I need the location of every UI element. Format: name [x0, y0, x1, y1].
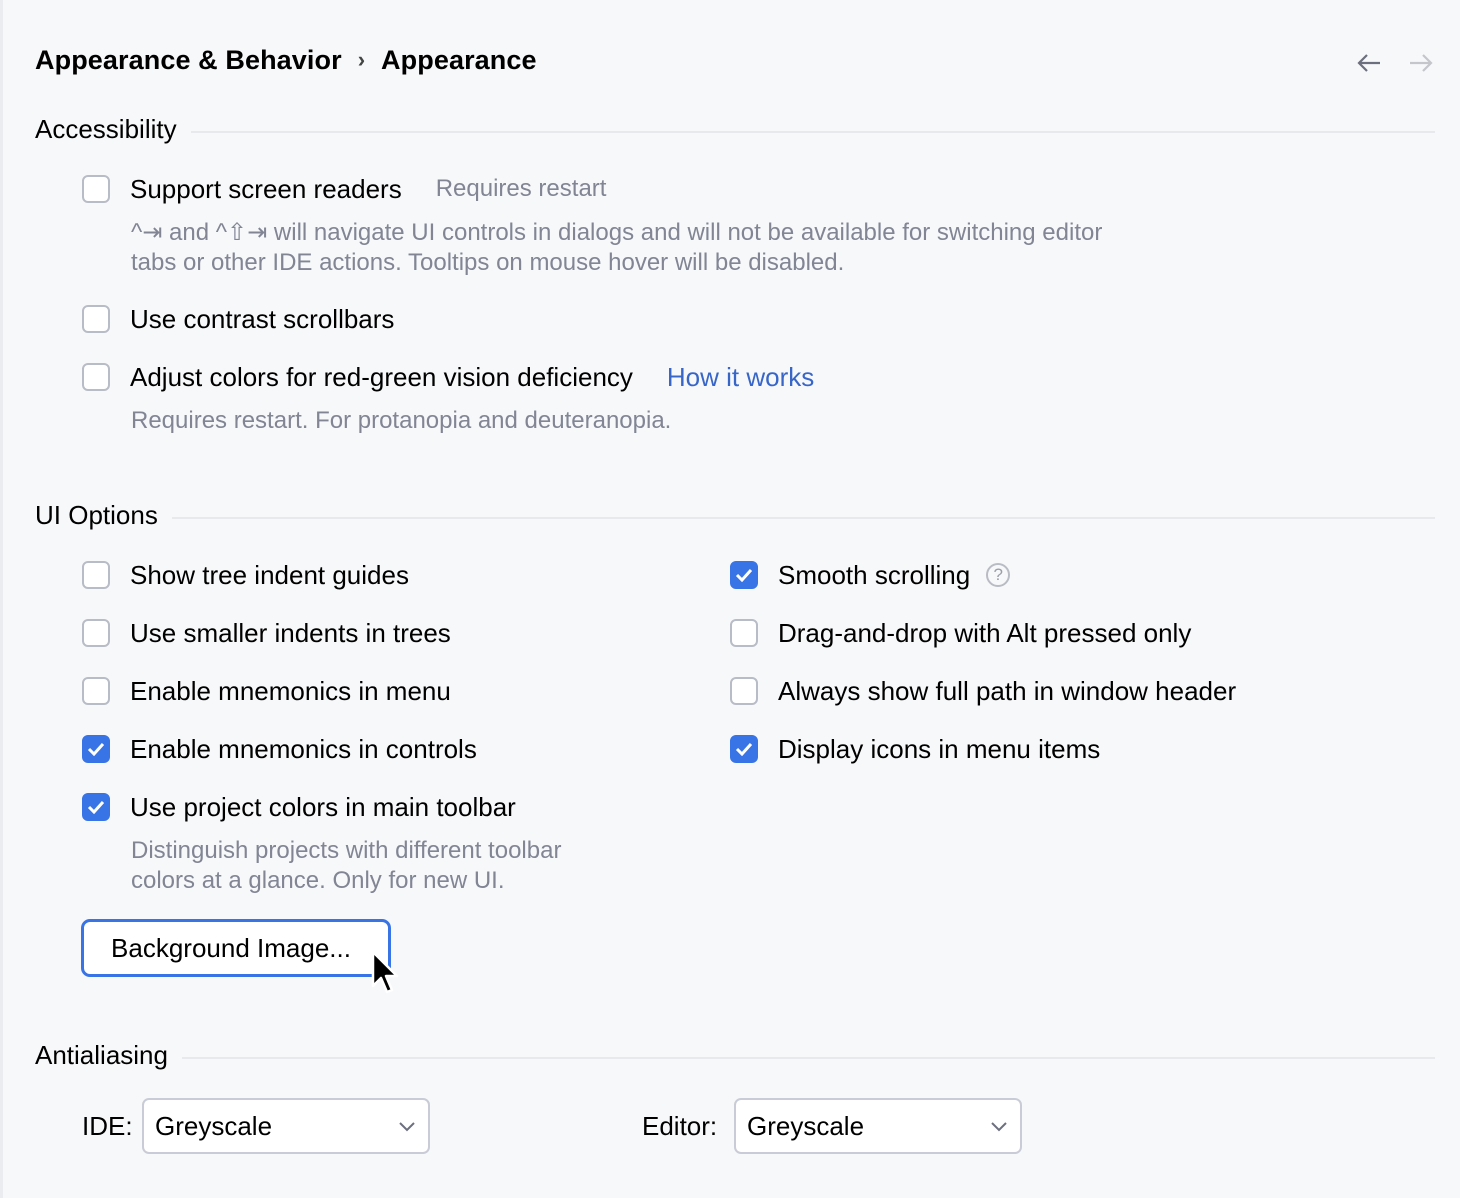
checkbox-support-screen-readers[interactable]: Support screen readers Requires restart: [82, 172, 606, 206]
checkbox-contrast-scrollbars[interactable]: Use contrast scrollbars: [82, 302, 394, 336]
back-button[interactable]: [1354, 48, 1384, 78]
chevron-down-icon: [399, 1122, 415, 1132]
color-deficiency-description: Requires restart. For protanopia and deu…: [131, 407, 672, 434]
checkbox-label: Use project colors in main toolbar: [130, 791, 516, 822]
checkbox[interactable]: [82, 619, 110, 647]
section-divider: [171, 516, 1435, 519]
checkbox-label: Always show full path in window header: [778, 675, 1237, 706]
description-line: Distinguish projects with different tool…: [131, 837, 562, 864]
checkbox-label: Drag-and-drop with Alt pressed only: [778, 617, 1192, 648]
checkbox[interactable]: [82, 793, 110, 821]
description-line: tabs or other IDE actions. Tooltips on m…: [131, 249, 845, 276]
checkbox[interactable]: [82, 305, 110, 333]
how-it-works-link[interactable]: How it works: [667, 362, 814, 393]
description-line: colors at a glance. Only for new UI.: [131, 867, 505, 894]
section-title: Accessibility: [35, 114, 177, 144]
select-value: Greyscale: [155, 1110, 273, 1141]
breadcrumb-separator: ›: [357, 47, 366, 72]
checkmark-icon: [87, 742, 105, 756]
arrow-left-icon: [1357, 54, 1380, 72]
description-line: ^⇥ and ^⇧⇥ will navigate UI controls in …: [131, 219, 1103, 246]
checkbox[interactable]: [82, 735, 110, 763]
checkbox-drag-and-drop-alt[interactable]: Drag-and-drop with Alt pressed only: [730, 616, 1191, 650]
mouse-cursor-icon: [371, 950, 399, 994]
checkbox[interactable]: [82, 175, 110, 203]
background-image-button[interactable]: Background Image...: [81, 919, 391, 977]
requires-restart-hint: Requires restart: [435, 175, 607, 202]
checkbox-label: Enable mnemonics in controls: [130, 733, 477, 764]
navigation-buttons: [1354, 48, 1436, 78]
section-ui-options: UI Options: [35, 500, 1435, 531]
checkbox-label: Display icons in menu items: [778, 733, 1101, 764]
checkbox-label: Smooth scrolling: [778, 559, 971, 590]
section-title: Antialiasing: [35, 1040, 168, 1070]
checkbox-project-colors[interactable]: Use project colors in main toolbar: [82, 790, 516, 824]
panel-left-border: [0, 0, 3, 1198]
forward-button[interactable]: [1406, 48, 1436, 78]
checkbox-mnemonics-controls[interactable]: Enable mnemonics in controls: [82, 732, 477, 766]
breadcrumb-current: Appearance: [381, 44, 537, 75]
checkbox[interactable]: [82, 363, 110, 391]
checkbox-smooth-scrolling[interactable]: Smooth scrolling ?: [730, 558, 1011, 592]
checkbox-icons-in-menu[interactable]: Display icons in menu items: [730, 732, 1100, 766]
screen-readers-description: ^⇥ and ^⇧⇥ will navigate UI controls in …: [131, 218, 1102, 278]
checkbox-label: Adjust colors for red-green vision defic…: [130, 361, 633, 392]
checkbox-mnemonics-menu[interactable]: Enable mnemonics in menu: [82, 674, 451, 708]
checkbox-smaller-indents[interactable]: Use smaller indents in trees: [82, 616, 451, 650]
section-divider: [181, 1056, 1435, 1059]
checkbox-label: Enable mnemonics in menu: [130, 675, 451, 706]
editor-label: Editor:: [642, 1111, 718, 1141]
ide-label: IDE:: [82, 1111, 133, 1141]
checkmark-icon: [735, 568, 753, 582]
checkbox[interactable]: [730, 619, 758, 647]
section-title: UI Options: [35, 500, 158, 530]
select-value: Greyscale: [747, 1110, 865, 1141]
checkmark-icon: [735, 742, 753, 756]
checkbox-full-path-header[interactable]: Always show full path in window header: [730, 674, 1236, 708]
help-icon[interactable]: ?: [986, 563, 1011, 587]
checkbox-label: Use contrast scrollbars: [130, 303, 395, 334]
checkbox-label: Support screen readers: [130, 173, 402, 204]
arrow-right-icon: [1410, 54, 1433, 72]
checkbox-tree-indent-guides[interactable]: Show tree indent guides: [82, 558, 409, 592]
checkbox-label: Use smaller indents in trees: [130, 617, 451, 648]
checkbox-color-deficiency[interactable]: Adjust colors for red-green vision defic…: [82, 360, 814, 394]
checkbox[interactable]: [730, 561, 758, 589]
checkbox[interactable]: [82, 677, 110, 705]
ide-antialiasing-select[interactable]: Greyscale: [142, 1098, 430, 1154]
section-divider: [190, 130, 1435, 133]
project-colors-description: Distinguish projects with different tool…: [131, 836, 561, 896]
chevron-down-icon: [991, 1122, 1007, 1132]
section-antialiasing: Antialiasing: [35, 1040, 1435, 1071]
breadcrumb-parent[interactable]: Appearance & Behavior: [35, 45, 342, 76]
breadcrumb: Appearance & Behavior › Appearance: [35, 40, 537, 80]
checkbox[interactable]: [82, 561, 110, 589]
editor-antialiasing-select[interactable]: Greyscale: [734, 1098, 1022, 1154]
checkbox[interactable]: [730, 677, 758, 705]
section-accessibility: Accessibility: [35, 114, 1435, 145]
checkbox[interactable]: [730, 735, 758, 763]
checkmark-icon: [87, 800, 105, 814]
checkbox-label: Show tree indent guides: [130, 559, 409, 590]
